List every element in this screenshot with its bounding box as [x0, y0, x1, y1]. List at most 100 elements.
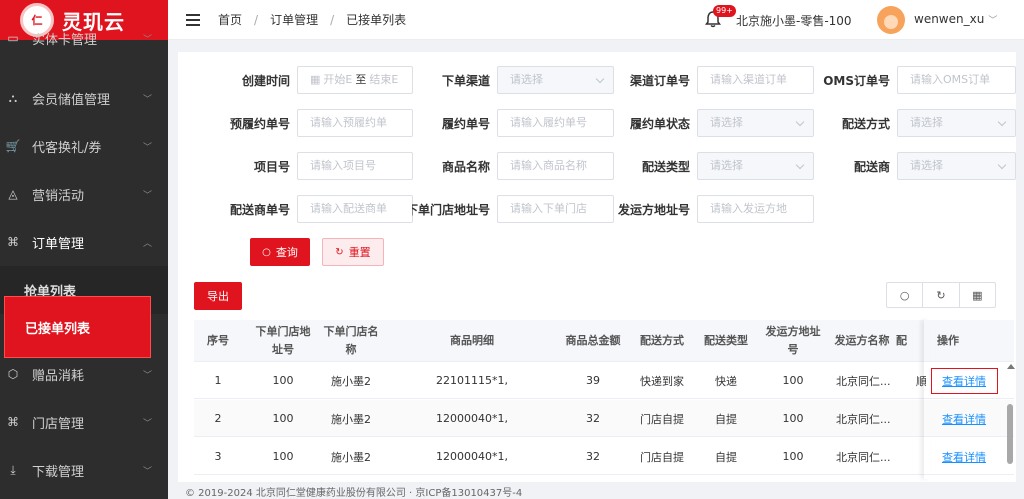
cell-store-address: 100 [272, 450, 294, 463]
table-row: 1 100 施小墨2 22101115*1, 39 快递到家 快递 100 北京… [194, 362, 1014, 399]
label-product-name: 商品名称 [441, 160, 490, 174]
search-icon: ○ [262, 246, 271, 258]
card-icon: ▭ [7, 31, 19, 45]
cell-index: 2 [214, 412, 222, 425]
filter-row-3: 项目号 请输入项目号 商品名称 请输入商品名称 配送类型 请选择 配送商 请选择 [178, 152, 1016, 180]
cell-delivery-method: 门店自提 [640, 412, 684, 426]
sidebar-item-physical-card[interactable]: ▭ 实体卡管理 ﹀ [0, 18, 168, 58]
sidebar-subitem-label: 已接单列表 [25, 321, 91, 337]
breadcrumb-current: 已接单列表 [346, 13, 407, 27]
label-delivery-type: 配送类型 [641, 160, 690, 174]
label-fulfillment-status: 履约单状态 [629, 117, 690, 131]
avatar[interactable] [877, 6, 905, 34]
reset-button[interactable]: ↻ 重置 [322, 238, 384, 266]
cell-store-name: 施小墨2 [331, 374, 371, 388]
scroll-up-arrow-icon[interactable] [1007, 364, 1015, 369]
sidebar-item-gift-exchange[interactable]: 🛒 代客换礼/券 ﹀ [0, 122, 168, 170]
order-channel-select[interactable]: 请选择 [497, 66, 614, 94]
view-details-link[interactable]: 查看详情 [942, 449, 986, 465]
col-shipper-address: 发运方地址号 [765, 325, 821, 356]
label-shipper-address-no: 发运方地址号 [617, 203, 690, 217]
sidebar-item-label: 赠品消耗 [32, 368, 85, 384]
export-button[interactable]: 导出 [194, 282, 242, 310]
sidebar-item-download-management[interactable]: ⤓ 下载管理 ﹀ [0, 446, 168, 494]
chevron-down-icon: ﹀ [142, 34, 152, 45]
label-order-channel: 下单渠道 [441, 74, 490, 88]
cell-delivery-type: 自提 [715, 412, 737, 426]
cell-goods-detail: 12000040*1, [436, 412, 508, 425]
pre-fulfillment-input[interactable]: 请输入预履约单 [297, 109, 413, 137]
cell-store-address: 100 [272, 374, 294, 387]
sidebar-item-order-management[interactable]: ⌘ 订单管理 ︿ [0, 218, 168, 266]
carrier-order-input[interactable]: 请输入配送商单 [297, 195, 413, 223]
scrollbar-thumb[interactable] [1007, 404, 1013, 464]
breadcrumb-separator: / [254, 12, 259, 27]
oms-order-input[interactable]: 请输入OMS订单 [897, 66, 1016, 94]
cell-delivery-type: 自提 [715, 450, 737, 464]
chevron-down-icon: ﹀ [142, 190, 152, 201]
columns-icon[interactable]: ▦ [960, 283, 995, 307]
store-address-input[interactable]: 请输入下单门店 [497, 195, 614, 223]
col-delivery-type: 配送类型 [704, 334, 748, 347]
cell-shipper-name: 北京同仁... [836, 374, 891, 388]
chevron-down-icon: ﹀ [142, 94, 152, 105]
notification-bell-icon[interactable]: 99+ [703, 5, 736, 29]
col-goods-detail: 商品明细 [450, 334, 494, 347]
col-store-address: 下单门店地址号 [255, 325, 311, 356]
menu-toggle-icon[interactable] [186, 13, 200, 26]
col-truncated: 配 [896, 334, 907, 347]
delivery-type-select[interactable]: 请选择 [697, 152, 814, 180]
breadcrumb-home[interactable]: 首页 [218, 11, 242, 28]
cell-index: 1 [214, 374, 222, 387]
cell-index: 3 [214, 450, 222, 463]
refresh-icon[interactable]: ↻ [923, 283, 960, 307]
sidebar-item-label: 会员储值管理 [32, 92, 111, 108]
sidebar-item-gift-consumption[interactable]: ⬡ 赠品消耗 ﹀ [0, 350, 168, 398]
fulfillment-input[interactable]: 请输入履约单号 [497, 109, 614, 137]
filter-row-2: 预履约单号 请输入预履约单 履约单号 请输入履约单号 履约单状态 请选择 配送方… [178, 109, 1016, 137]
cell-actions: 查看详情 [932, 438, 996, 475]
label-carrier-order-no: 配送商单号 [229, 203, 290, 217]
project-no-input[interactable]: 请输入项目号 [297, 152, 413, 180]
create-time-range[interactable]: ▦ 开始E 至结束E [297, 66, 413, 94]
col-store-name: 下单门店名称 [323, 325, 379, 356]
sidebar-item-label: 实体卡管理 [32, 32, 98, 48]
cell-store-name: 施小墨2 [331, 450, 371, 464]
cell-total-amount: 32 [586, 450, 600, 463]
chevron-down-icon: ﹀ [988, 16, 998, 26]
col-actions: 操作 [937, 334, 959, 347]
carrier-select[interactable]: 请选择 [897, 152, 1016, 180]
fulfillment-status-select[interactable]: 请选择 [697, 109, 814, 137]
delivery-method-select[interactable]: 请选择 [897, 109, 1016, 137]
breadcrumb-separator: / [330, 12, 335, 27]
sidebar-item-label: 订单管理 [32, 236, 85, 252]
cell-goods-detail: 12000040*1, [436, 450, 508, 463]
notification-badge: 99+ [713, 5, 736, 17]
breadcrumb-order-management[interactable]: 订单管理 [270, 11, 318, 28]
channel-order-input[interactable]: 请输入渠道订单 [697, 66, 814, 94]
table-header: 序号 下单门店地址号 下单门店名称 商品明细 商品总金额 配送方式 配送类型 发… [194, 320, 1014, 362]
sidebar-item-marketing[interactable]: ◬ 营销活动 ﹀ [0, 170, 168, 218]
label-delivery-method: 配送方式 [841, 117, 890, 131]
user-menu[interactable]: wenwen_xu ﹀ [914, 12, 997, 26]
view-details-link[interactable]: 查看详情 [942, 411, 986, 427]
chevron-down-icon: ﹀ [142, 370, 152, 381]
sidebar-item-store-management[interactable]: ⌘ 门店管理 ﹀ [0, 398, 168, 446]
sidebar-item-member-stored-value[interactable]: ⛬ 会员储值管理 ﹀ [0, 74, 168, 122]
product-name-input[interactable]: 请输入商品名称 [497, 152, 614, 180]
refresh-icon: ↻ [335, 246, 344, 258]
chevron-down-icon: ﹀ [142, 466, 152, 477]
table-row: 3 100 施小墨2 12000040*1, 32 门店自提 自提 100 北京… [194, 438, 1014, 475]
shipper-address-input[interactable]: 请输入发运方地 [697, 195, 814, 223]
query-button[interactable]: ○ 查询 [250, 238, 310, 266]
sidebar-item-label: 门店管理 [32, 416, 85, 432]
cell-store-name: 施小墨2 [331, 412, 371, 426]
store-name: 北京施小墨-零售-100 [736, 14, 852, 28]
table-scrollbar[interactable] [1006, 364, 1015, 479]
search-toggle-icon[interactable]: ○ [887, 283, 924, 307]
gift-icon: ⬡ [7, 367, 19, 381]
label-pre-fulfillment-no: 预履约单号 [229, 117, 290, 131]
footer-copyright: © 2019-2024 北京同仁堂健康药业股份有限公司 · 京ICP备13010… [185, 488, 523, 499]
sidebar-subitem-accepted-list[interactable]: 已接单列表 [4, 296, 151, 358]
col-index: 序号 [207, 334, 229, 347]
